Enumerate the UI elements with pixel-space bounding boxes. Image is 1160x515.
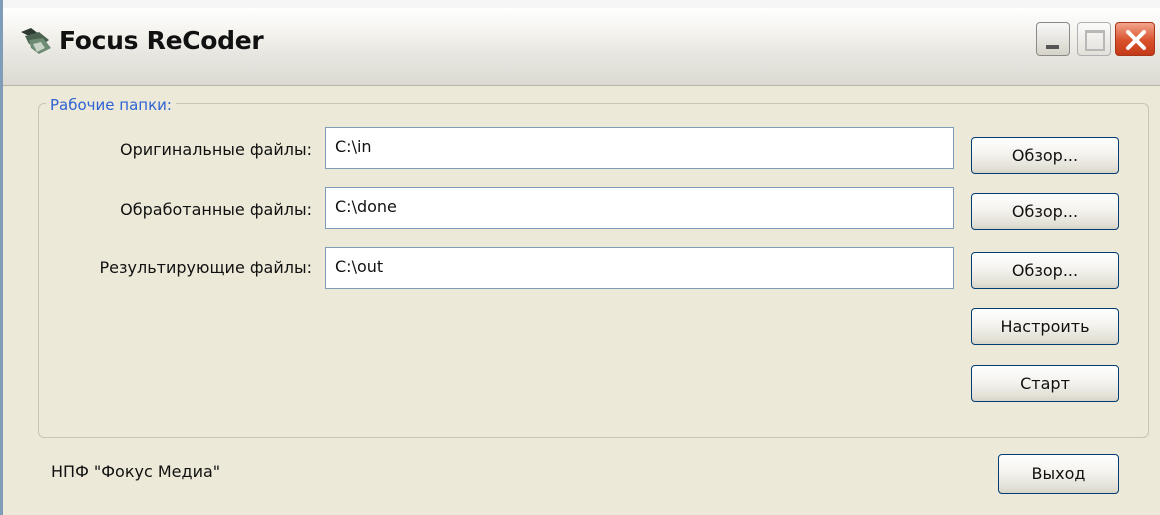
browse-result-button[interactable]: Обзор... (971, 252, 1119, 289)
main-window: Focus ReCoder Рабочие папки: Оригинальны… (0, 0, 1160, 515)
browse-original-label: Обзор... (1011, 146, 1079, 165)
browse-original-button[interactable]: Обзор... (971, 137, 1119, 174)
configure-label: Настроить (1000, 317, 1090, 336)
maximize-icon[interactable] (1077, 22, 1111, 56)
close-icon[interactable] (1115, 22, 1155, 56)
title-bar[interactable]: Focus ReCoder (3, 0, 1160, 86)
result-files-label: Результирующие файлы: (99, 258, 312, 277)
processed-files-input[interactable]: C:\done (325, 187, 954, 229)
result-files-input[interactable]: C:\out (325, 247, 954, 289)
original-files-input[interactable]: C:\in (325, 127, 954, 169)
company-name: НПФ "Фокус Медиа" (51, 462, 221, 481)
original-files-label: Оригинальные файлы: (119, 140, 312, 159)
browse-processed-label: Обзор... (1011, 202, 1079, 221)
browse-processed-button[interactable]: Обзор... (971, 193, 1119, 230)
window-title: Focus ReCoder (59, 26, 264, 55)
processed-files-label: Обработанные файлы: (120, 200, 312, 219)
minimize-icon[interactable] (1036, 22, 1070, 56)
configure-button[interactable]: Настроить (971, 308, 1119, 345)
start-button[interactable]: Старт (971, 365, 1119, 402)
start-label: Старт (1020, 374, 1070, 393)
exit-button[interactable]: Выход (998, 454, 1119, 494)
focus-recoder-app-icon (19, 26, 53, 56)
browse-result-label: Обзор... (1011, 261, 1079, 280)
exit-label: Выход (1031, 464, 1086, 483)
working-folders-legend: Рабочие папки: (46, 96, 176, 114)
